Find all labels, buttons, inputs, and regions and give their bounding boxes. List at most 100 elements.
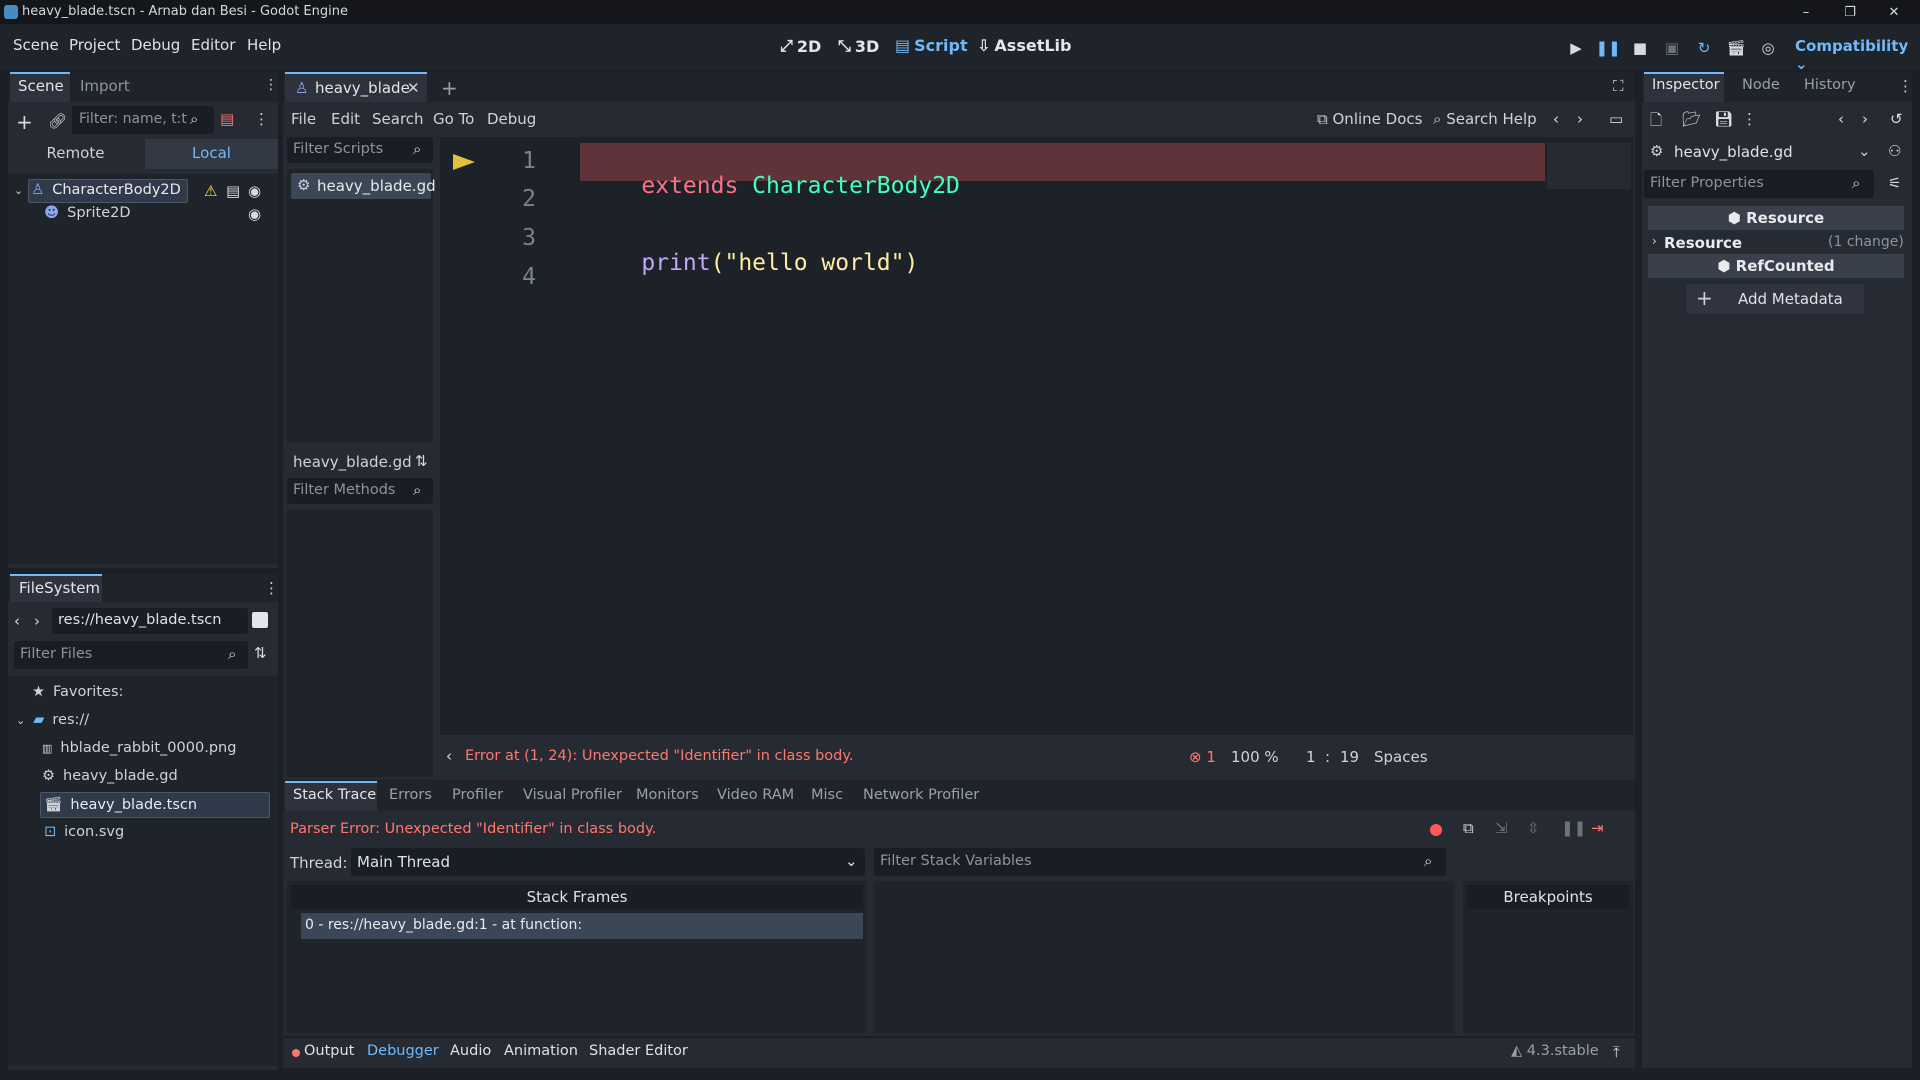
warning-icon[interactable]: ⚠ [204,182,217,200]
forward-icon[interactable]: › [34,612,40,630]
break-icon[interactable]: ❚❚ [1561,819,1586,837]
script-menu-debug[interactable]: Debug [487,110,536,128]
next-script-icon[interactable]: › [1577,110,1583,128]
split-mode-icon[interactable] [252,612,268,628]
workspace-script-button[interactable]: ▤ Script [895,36,968,55]
renderer-selector[interactable]: Compatibility ⌄ [1795,37,1920,73]
tab-inspector[interactable]: Inspector [1652,77,1720,93]
tab-history[interactable]: History [1804,77,1856,93]
history-forward-icon[interactable]: › [1862,110,1868,128]
kebab-menu-icon[interactable]: ⋮ [264,579,279,597]
tab-network-profiler[interactable]: Network Profiler [863,787,979,803]
tree-item-characterbody2d[interactable]: ⌄ ♙ CharacterBody2D [14,182,181,198]
file-item[interactable]: ⚙ heavy_blade.gd [42,768,178,784]
bottom-tab-animation[interactable]: Animation [504,1043,578,1059]
stop-icon[interactable]: ■ [1630,38,1650,58]
menu-debug[interactable]: Debug [131,36,180,54]
tab-filesystem[interactable]: FileSystem [19,579,100,597]
favorites-item[interactable]: ★ Favorites: [32,684,123,700]
save-icon[interactable]: 💾︎ [1714,110,1733,128]
workspace-2d-button[interactable]: ⤢ 2D [780,36,821,56]
continue-icon[interactable]: ⇥ [1591,819,1604,837]
menu-editor[interactable]: Editor [191,36,235,54]
scene-filter-input[interactable]: Filter: name, t:t ⌕ [72,106,214,134]
toggle-list-icon[interactable]: ▭ [1609,110,1623,128]
menu-help[interactable]: Help [247,36,281,54]
file-item-selected[interactable]: 🎬︎ heavy_blade.tscn [44,796,197,814]
error-count[interactable]: ⊗ 1 [1189,748,1216,766]
new-resource-icon[interactable]: 🗋︎ [1650,110,1662,135]
record-icon[interactable] [1430,824,1442,836]
close-icon[interactable]: ✕ [1884,2,1904,22]
folder-res[interactable]: ⌄ ▰ res:// [16,712,89,728]
workspace-3d-button[interactable]: ⤡ 3D [838,36,879,56]
copy-icon[interactable]: ⧉ [1463,819,1474,837]
history-back-icon[interactable]: ‹ [1838,110,1844,128]
editor-tab[interactable]: ♙ heavy_blade ✕ [285,72,427,102]
kebab-menu-icon[interactable]: ⋮ [1742,110,1757,128]
tree-item-sprite2d[interactable]: ☻ Sprite2D [44,205,131,221]
pause-icon[interactable]: ❚❚ [1595,38,1620,58]
sort-icon[interactable]: ⇅ [254,644,267,662]
search-help-button[interactable]: ⌕ Search Help [1433,110,1537,128]
menu-scene[interactable]: Scene [13,36,59,54]
online-docs-button[interactable]: ⧉ Online Docs [1317,110,1422,128]
tab-scene[interactable]: Scene [18,77,64,95]
filter-stack-variables-input[interactable]: Filter Stack Variables ⌕ [874,848,1446,876]
thread-select[interactable]: Main Thread ⌄ [351,848,865,876]
tab-import[interactable]: Import [80,77,130,95]
pick-icon[interactable]: ⚇ [1888,142,1901,160]
remote-debug-icon[interactable]: ▣ [1662,38,1682,58]
file-item[interactable]: ⊡ icon.svg [44,824,124,840]
bottom-tab-shader-editor[interactable]: Shader Editor [589,1043,688,1059]
distraction-free-icon[interactable]: ⛶ [1613,77,1624,95]
stack-frame-row[interactable]: 0 - res://heavy_blade.gd:1 - at function… [301,913,863,939]
tab-node[interactable]: Node [1742,77,1780,93]
kebab-menu-icon[interactable]: ⋮ [264,77,278,93]
bottom-tab-output[interactable]: Output [304,1043,354,1059]
tab-misc[interactable]: Misc [811,787,843,803]
script-menu-search[interactable]: Search [372,110,424,128]
tab-stack-trace[interactable]: Stack Trace [293,787,376,803]
bottom-tab-audio[interactable]: Audio [450,1043,491,1059]
script-menu-file[interactable]: File [291,110,316,128]
step-over-icon[interactable]: ⇳ [1527,819,1540,837]
prev-script-icon[interactable]: ‹ [1553,110,1559,128]
workspace-assetlib-button[interactable]: ⇩ AssetLib [977,36,1071,55]
script-icon[interactable]: ▤ [226,182,240,200]
open-folder-icon[interactable]: 📂︎ [1682,110,1701,128]
add-metadata-button[interactable]: + Add Metadata [1686,284,1864,314]
file-item[interactable]: ▥ hblade_rabbit_0000.png [42,740,236,756]
resource-selector[interactable]: ⚙ heavy_blade.gd ⌄ [1648,138,1874,166]
settings-sliders-icon[interactable]: ⚟ [1888,174,1901,192]
tab-errors[interactable]: Errors [389,787,432,803]
filter-files-input[interactable]: Filter Files ⌕ [14,641,248,669]
tab-profiler[interactable]: Profiler [452,787,503,803]
close-tab-icon[interactable]: ✕ [407,79,420,97]
filter-methods-input[interactable]: Filter Methods ⌕ [287,478,433,504]
reload-icon[interactable]: ↻ [1694,38,1714,58]
object-history-icon[interactable]: ↺ [1890,110,1903,128]
error-message[interactable]: Error at (1, 24): Unexpected "Identifier… [465,748,854,764]
add-tab-icon[interactable]: + [441,76,458,100]
indent-mode[interactable]: Spaces [1374,748,1428,766]
tab-visual-profiler[interactable]: Visual Profiler [523,787,622,803]
script-menu-edit[interactable]: Edit [331,110,360,128]
expand-panel-icon[interactable]: ⤒ [1613,1043,1620,1061]
path-field[interactable]: res://heavy_blade.tscn [52,608,248,634]
local-button[interactable]: Local [145,139,278,169]
link-icon[interactable]: 🔗︎ [48,112,67,130]
chevron-left-icon[interactable]: ‹ [446,747,452,765]
zoom-level[interactable]: 100 % [1231,748,1279,766]
play-icon[interactable]: ▶ [1566,38,1586,58]
minimap[interactable] [1547,143,1631,189]
visibility-eye-icon[interactable]: ◉ [248,182,261,200]
sort-icon[interactable]: ⇅ [415,452,428,470]
restore-icon[interactable]: ❐ [1840,2,1860,22]
step-into-icon[interactable]: ⇲ [1495,819,1508,837]
tab-video-ram[interactable]: Video RAM [717,787,794,803]
add-node-icon[interactable]: + [16,110,33,134]
minimize-icon[interactable]: – [1796,2,1816,22]
filter-properties-input[interactable]: Filter Properties ⌕ [1644,170,1874,198]
remote-button[interactable]: Remote [8,139,143,169]
